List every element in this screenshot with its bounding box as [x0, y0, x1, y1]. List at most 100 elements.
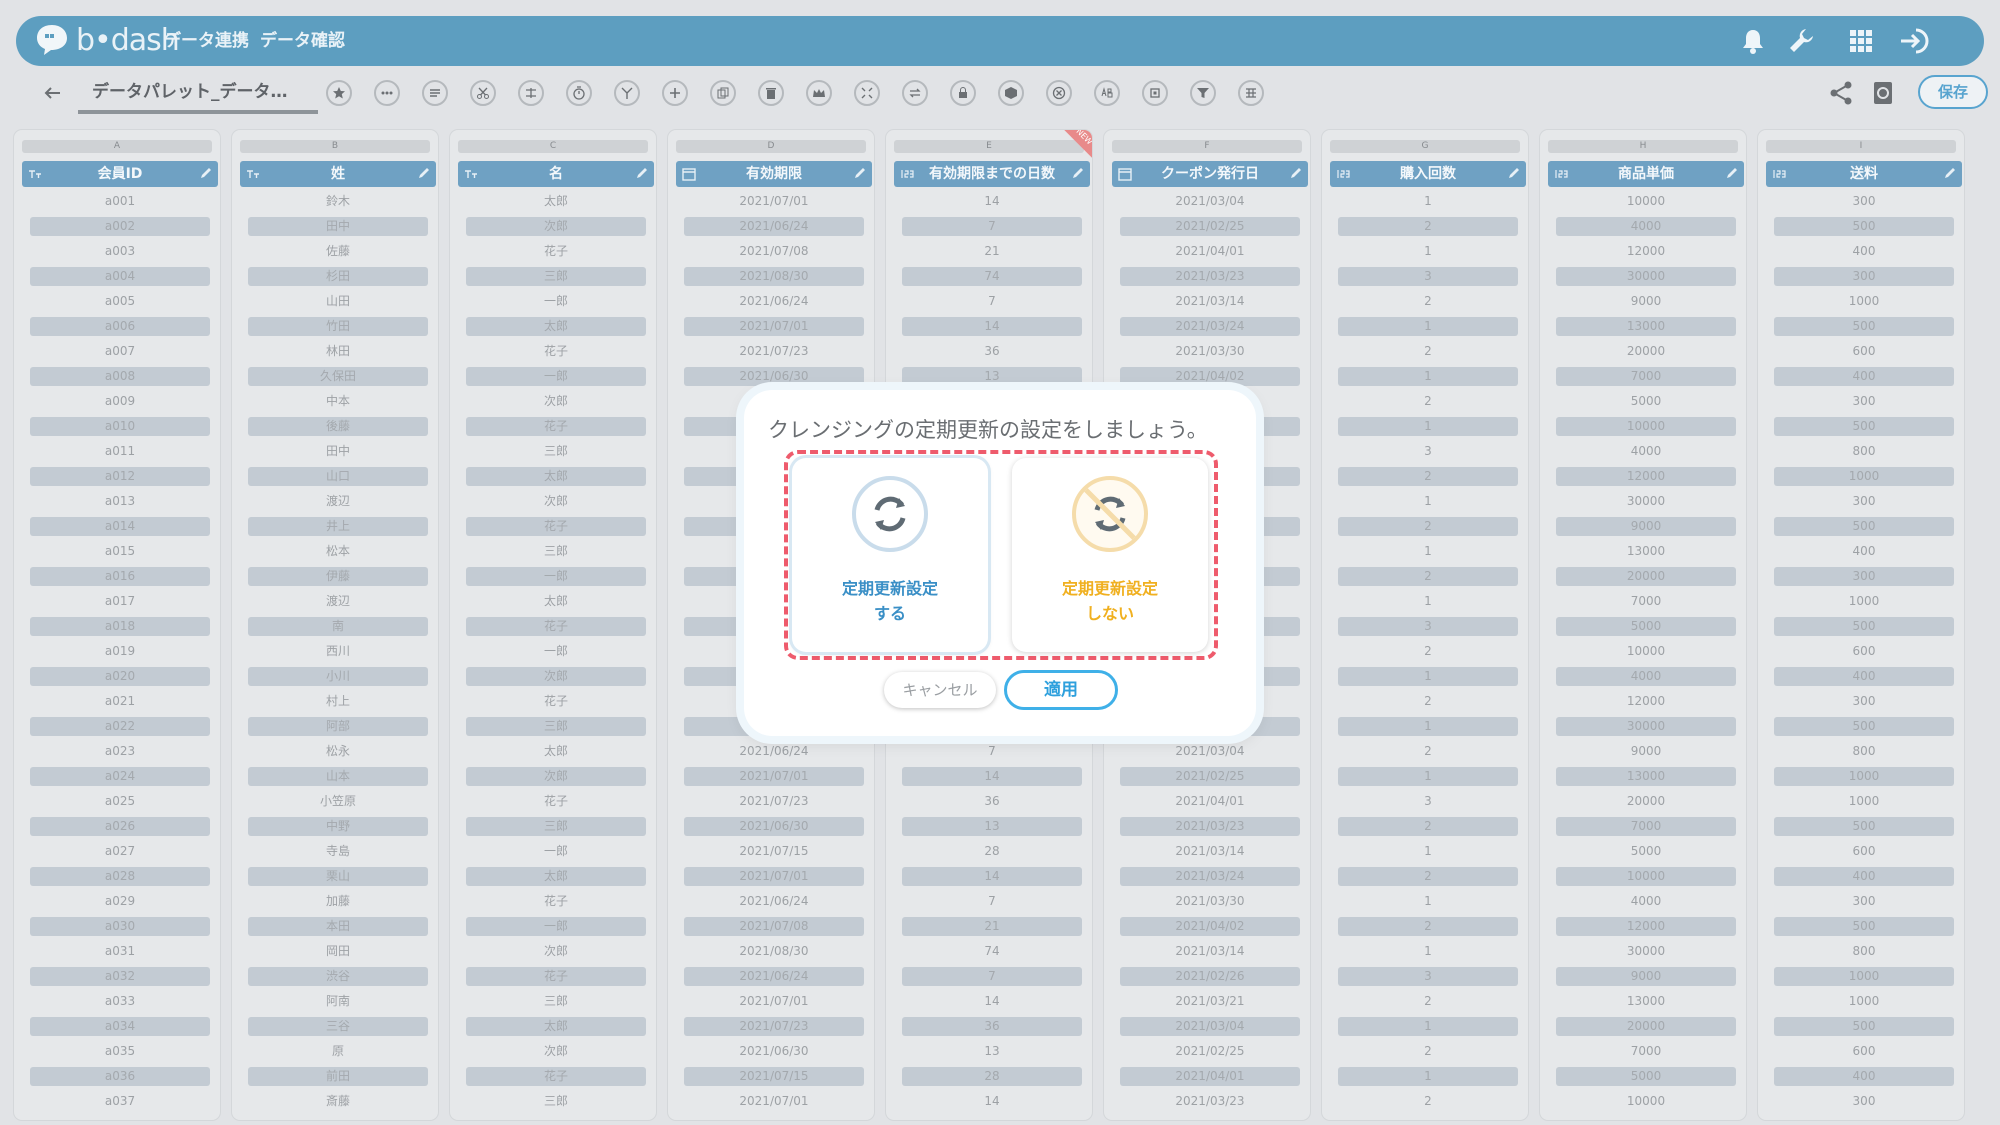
table-cell[interactable]: 10000 [1556, 417, 1736, 436]
table-cell[interactable]: 伊藤 [248, 567, 428, 586]
table-cell[interactable]: 14 [902, 317, 1082, 336]
table-cell[interactable]: 2021/04/01 [1120, 242, 1300, 261]
table-cell[interactable]: 30000 [1556, 717, 1736, 736]
table-cell[interactable]: 太郎 [466, 317, 646, 336]
timer-tool-icon[interactable] [566, 80, 592, 106]
table-cell[interactable]: 松本 [248, 542, 428, 561]
column-header[interactable]: クーポン発行日 [1112, 161, 1308, 187]
table-cell[interactable]: 14 [902, 767, 1082, 786]
table-cell[interactable]: 300 [1774, 267, 1954, 286]
table-cell[interactable]: 5000 [1556, 1067, 1736, 1086]
convert-tool-icon[interactable] [902, 80, 928, 106]
table-cell[interactable]: 3 [1338, 967, 1518, 986]
table-cell[interactable]: 鈴木 [248, 192, 428, 211]
table-cell[interactable]: 2 [1338, 567, 1518, 586]
table-cell[interactable]: 2 [1338, 742, 1518, 761]
table-cell[interactable]: 1000 [1774, 967, 1954, 986]
column-letter[interactable]: H [1548, 140, 1738, 153]
table-cell[interactable]: 斎藤 [248, 1092, 428, 1111]
table-cell[interactable]: 2021/07/08 [684, 242, 864, 261]
table-cell[interactable]: 500 [1774, 717, 1954, 736]
table-cell[interactable]: 12000 [1556, 692, 1736, 711]
table-cell[interactable]: 太郎 [466, 1017, 646, 1036]
table-cell[interactable]: 2021/06/24 [684, 292, 864, 311]
palette-name-tab[interactable]: データパレット_データ… [78, 70, 318, 114]
table-cell[interactable]: 一郎 [466, 567, 646, 586]
table-cell[interactable]: 1 [1338, 317, 1518, 336]
pencil-icon[interactable] [853, 166, 867, 180]
table-cell[interactable]: 12000 [1556, 467, 1736, 486]
table-cell[interactable]: 7000 [1556, 367, 1736, 386]
table-cell[interactable]: 次郎 [466, 1042, 646, 1061]
table-cell[interactable]: 三郎 [466, 267, 646, 286]
table-cell[interactable]: 岡田 [248, 942, 428, 961]
table-cell[interactable]: 7 [902, 217, 1082, 236]
table-cell[interactable]: 村上 [248, 692, 428, 711]
table-cell[interactable]: a014 [30, 517, 210, 536]
table-cell[interactable]: 田中 [248, 442, 428, 461]
table-cell[interactable]: 4000 [1556, 667, 1736, 686]
table-cell[interactable]: 次郎 [466, 767, 646, 786]
table-cell[interactable]: 2021/03/14 [1120, 842, 1300, 861]
table-cell[interactable]: a034 [30, 1017, 210, 1036]
column-header[interactable]: 有効期限 [676, 161, 872, 187]
table-cell[interactable]: 2021/02/26 [1120, 967, 1300, 986]
table-cell[interactable]: 中本 [248, 392, 428, 411]
table-cell[interactable]: a018 [30, 617, 210, 636]
table-cell[interactable]: 300 [1774, 567, 1954, 586]
table-cell[interactable]: 5000 [1556, 392, 1736, 411]
star-tool-icon[interactable] [326, 80, 352, 106]
table-cell[interactable]: 400 [1774, 667, 1954, 686]
table-cell[interactable]: 2 [1338, 467, 1518, 486]
table-cell[interactable]: 佐藤 [248, 242, 428, 261]
column-letter[interactable]: I [1766, 140, 1956, 153]
table-cell[interactable]: 2021/07/23 [684, 792, 864, 811]
table-cell[interactable]: 松永 [248, 742, 428, 761]
table-cell[interactable]: 30000 [1556, 942, 1736, 961]
table-cell[interactable]: 2 [1338, 642, 1518, 661]
table-cell[interactable]: 花子 [466, 242, 646, 261]
table-cell[interactable]: 3 [1338, 792, 1518, 811]
column-header[interactable]: 商品単価 [1548, 161, 1744, 187]
bag-tool-icon[interactable] [998, 80, 1024, 106]
table-cell[interactable]: 300 [1774, 692, 1954, 711]
table-cell[interactable]: 12000 [1556, 917, 1736, 936]
table-cell[interactable]: 一郎 [466, 842, 646, 861]
column-header[interactable]: 会員ID [22, 161, 218, 187]
table-cell[interactable]: 1 [1338, 717, 1518, 736]
table-cell[interactable]: 500 [1774, 917, 1954, 936]
table-cell[interactable]: 林田 [248, 342, 428, 361]
cancel-button[interactable]: キャンセル [884, 672, 996, 708]
table-cell[interactable]: 2021/07/01 [684, 992, 864, 1011]
pencil-icon[interactable] [1071, 166, 1085, 180]
table-cell[interactable]: 21 [902, 242, 1082, 261]
table-cell[interactable]: 2 [1338, 517, 1518, 536]
table-cell[interactable]: 2 [1338, 992, 1518, 1011]
table-cell[interactable]: 花子 [466, 342, 646, 361]
table-cell[interactable]: a015 [30, 542, 210, 561]
wrench-icon[interactable] [1786, 26, 1816, 56]
table-cell[interactable]: 花子 [466, 417, 646, 436]
table-cell[interactable]: 2 [1338, 817, 1518, 836]
table-cell[interactable]: 1000 [1774, 467, 1954, 486]
table-cell[interactable]: 原 [248, 1042, 428, 1061]
table-cell[interactable]: 13000 [1556, 767, 1736, 786]
table-cell[interactable]: 1 [1338, 767, 1518, 786]
table-cell[interactable]: a003 [30, 242, 210, 261]
table-cell[interactable]: 1 [1338, 592, 1518, 611]
table-cell[interactable]: 13 [902, 1042, 1082, 1061]
save-button[interactable]: 保存 [1918, 75, 1988, 109]
table-cell[interactable]: a037 [30, 1092, 210, 1111]
table-cell[interactable]: 14 [902, 1092, 1082, 1111]
table-cell[interactable]: 寺島 [248, 842, 428, 861]
table-cell[interactable]: 2 [1338, 692, 1518, 711]
table-cell[interactable]: 本田 [248, 917, 428, 936]
table-cell[interactable]: 山本 [248, 767, 428, 786]
table-cell[interactable]: 7000 [1556, 1042, 1736, 1061]
filter-tool-icon[interactable] [1190, 80, 1216, 106]
table-cell[interactable]: 2021/04/02 [1120, 917, 1300, 936]
table-cell[interactable]: 西川 [248, 642, 428, 661]
table-cell[interactable]: 一郎 [466, 917, 646, 936]
table-cell[interactable]: 2021/03/24 [1120, 867, 1300, 886]
table-cell[interactable]: 13000 [1556, 317, 1736, 336]
